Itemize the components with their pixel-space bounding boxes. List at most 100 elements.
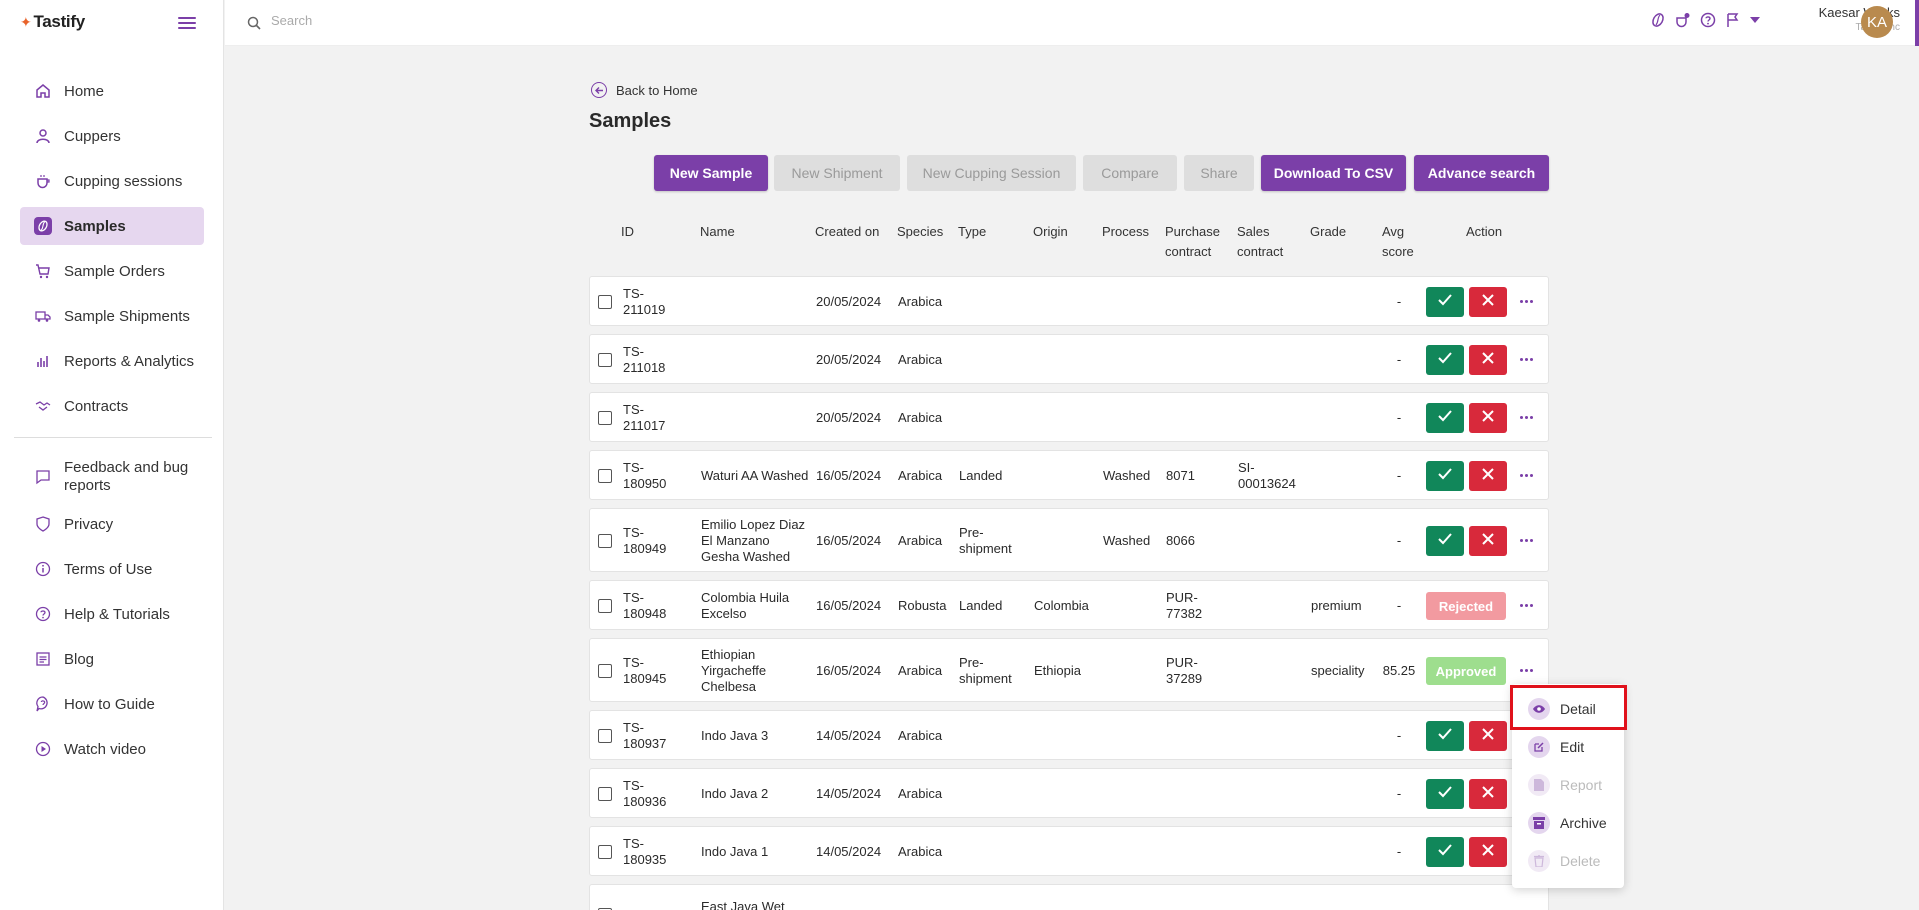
row-checkbox[interactable] — [598, 729, 612, 743]
approve-button[interactable] — [1426, 461, 1464, 491]
new-cupping-session-button[interactable]: New Cupping Session — [907, 155, 1076, 191]
row-checkbox[interactable] — [598, 664, 612, 678]
cell-name: Colombia Huila Excelso — [701, 589, 790, 621]
sidebar-item-how-to[interactable]: How to Guide — [20, 685, 204, 723]
help-icon[interactable] — [1700, 12, 1716, 28]
shield-icon — [34, 515, 52, 533]
more-actions-icon[interactable] — [1520, 539, 1534, 545]
row-checkbox[interactable] — [598, 787, 612, 801]
menu-item-report[interactable]: Report — [1512, 766, 1624, 804]
advance-search-button[interactable]: Advance search — [1414, 155, 1549, 191]
sidebar-item-feedback[interactable]: Feedback and bug reports — [20, 455, 204, 499]
cell-avg-score: - — [1396, 597, 1402, 613]
sidebar-item-cupping-sessions[interactable]: Cupping sessions — [20, 162, 204, 200]
approve-button[interactable] — [1426, 837, 1464, 867]
sidebar-item-reports[interactable]: Reports & Analytics — [20, 342, 204, 380]
menu-item-archive[interactable]: Archive — [1512, 804, 1624, 842]
compare-button[interactable]: Compare — [1083, 155, 1177, 191]
cell-origin — [1034, 277, 1104, 327]
guide-icon — [34, 695, 52, 713]
approve-button[interactable] — [1426, 779, 1464, 809]
bean-notification-icon[interactable] — [1650, 12, 1666, 28]
cell-grade: premium — [1311, 597, 1362, 613]
cell-type: Pre-shipment — [959, 524, 1012, 556]
cell-process — [1103, 393, 1163, 443]
row-checkbox[interactable] — [598, 534, 612, 548]
reject-button[interactable] — [1469, 779, 1507, 809]
reject-button[interactable] — [1469, 837, 1507, 867]
sidebar-item-contracts[interactable]: Contracts — [20, 387, 204, 425]
more-actions-icon[interactable] — [1520, 358, 1534, 364]
cell-name — [701, 277, 811, 327]
cell-type: Landed — [959, 597, 1003, 613]
cell-name: Indo Java 3 — [701, 727, 769, 743]
row-checkbox[interactable] — [598, 411, 612, 425]
table-row[interactable]: TS-180937 Indo Java 3 14/05/2024 Arabica - — [589, 710, 1549, 760]
cell-name: Indo Java 2 — [701, 785, 769, 801]
avatar[interactable]: KA — [1861, 6, 1893, 38]
menu-item-detail[interactable]: Detail — [1512, 690, 1624, 728]
sidebar-item-sample-orders[interactable]: Sample Orders — [20, 252, 204, 290]
approve-button[interactable] — [1426, 345, 1464, 375]
table-row[interactable]: TS-211019 20/05/2024 Arabica - — [589, 276, 1549, 326]
sidebar-item-cuppers[interactable]: Cuppers — [20, 117, 204, 155]
cup-notification-icon[interactable] — [1675, 12, 1691, 28]
back-to-home-link[interactable]: Back to Home — [591, 82, 698, 98]
app-logo[interactable]: ✦ Tastify — [20, 12, 85, 32]
more-actions-icon[interactable] — [1520, 604, 1534, 610]
more-actions-icon[interactable] — [1520, 416, 1534, 422]
table-row[interactable]: TS-180949 Emilio Lopez Diaz El Manzano Ge… — [589, 508, 1549, 572]
reject-button[interactable] — [1469, 721, 1507, 751]
row-checkbox[interactable] — [598, 599, 612, 613]
approve-button[interactable] — [1426, 721, 1464, 751]
reject-button[interactable] — [1469, 345, 1507, 375]
cell-purchase-contract: PUR-37289 — [1166, 654, 1203, 686]
approve-button[interactable] — [1426, 403, 1464, 433]
sidebar-item-privacy[interactable]: Privacy — [20, 505, 204, 543]
cell-name — [701, 335, 811, 385]
reject-button[interactable] — [1469, 403, 1507, 433]
table-row[interactable]: TS-180935 Indo Java 1 14/05/2024 Arabica - — [589, 826, 1549, 876]
more-actions-icon[interactable] — [1520, 669, 1534, 675]
sidebar-item-blog[interactable]: Blog — [20, 640, 204, 678]
row-checkbox[interactable] — [598, 845, 612, 859]
menu-item-edit[interactable]: Edit — [1512, 728, 1624, 766]
sidebar-item-sample-shipments[interactable]: Sample Shipments — [20, 297, 204, 335]
sidebar-item-samples[interactable]: Samples — [20, 207, 204, 245]
sidebar-item-help[interactable]: Help & Tutorials — [20, 595, 204, 633]
flag-icon[interactable] — [1725, 12, 1741, 28]
cell-species: Arabica — [898, 532, 943, 548]
download-csv-button[interactable]: Download To CSV — [1261, 155, 1406, 191]
table-row[interactable]: TS-180936 Indo Java 2 14/05/2024 Arabica - — [589, 768, 1549, 818]
new-shipment-button[interactable]: New Shipment — [774, 155, 900, 191]
sidebar-item-watch-video[interactable]: Watch video — [20, 730, 204, 768]
reject-button[interactable] — [1469, 461, 1507, 491]
sidebar-item-terms[interactable]: Terms of Use — [20, 550, 204, 588]
row-checkbox[interactable] — [598, 295, 612, 309]
row-checkbox[interactable] — [598, 353, 612, 367]
approve-button[interactable] — [1426, 526, 1464, 556]
share-button[interactable]: Share — [1184, 155, 1254, 191]
new-sample-button[interactable]: New Sample — [654, 155, 768, 191]
reject-button[interactable] — [1469, 526, 1507, 556]
menu-toggle-icon[interactable] — [178, 14, 196, 30]
search-input[interactable] — [271, 13, 671, 28]
row-checkbox[interactable] — [598, 469, 612, 483]
table-row[interactable]: TS-211017 20/05/2024 Arabica - — [589, 392, 1549, 442]
cell-id: TS-211018 — [623, 343, 666, 375]
table-row[interactable]: TS-180945 Ethiopian Yirgacheffe Chelbesa 1… — [589, 638, 1549, 702]
table-row[interactable]: TS-180948 Colombia Huila Excelso 16/05/202… — [589, 580, 1549, 630]
more-actions-icon[interactable] — [1520, 300, 1534, 306]
cell-grade — [1311, 885, 1381, 910]
sidebar-item-home[interactable]: Home — [20, 72, 204, 110]
sidebar-item-label: Samples — [64, 217, 126, 235]
reject-button[interactable] — [1469, 287, 1507, 317]
table-row[interactable]: TS-180950 Waturi AA Washed 16/05/2024 Arabi… — [589, 450, 1549, 500]
table-row[interactable]: SC- East Java Wet Hulled Arabica Wet — [589, 884, 1549, 910]
cell-name: Ethiopian Yirgacheffe Chelbesa — [701, 646, 767, 695]
table-row[interactable]: TS-211018 20/05/2024 Arabica - — [589, 334, 1549, 384]
cell-type: Pre-shipment — [959, 654, 1012, 686]
approve-button[interactable] — [1426, 287, 1464, 317]
menu-item-delete[interactable]: Delete — [1512, 842, 1624, 880]
more-actions-icon[interactable] — [1520, 474, 1534, 480]
